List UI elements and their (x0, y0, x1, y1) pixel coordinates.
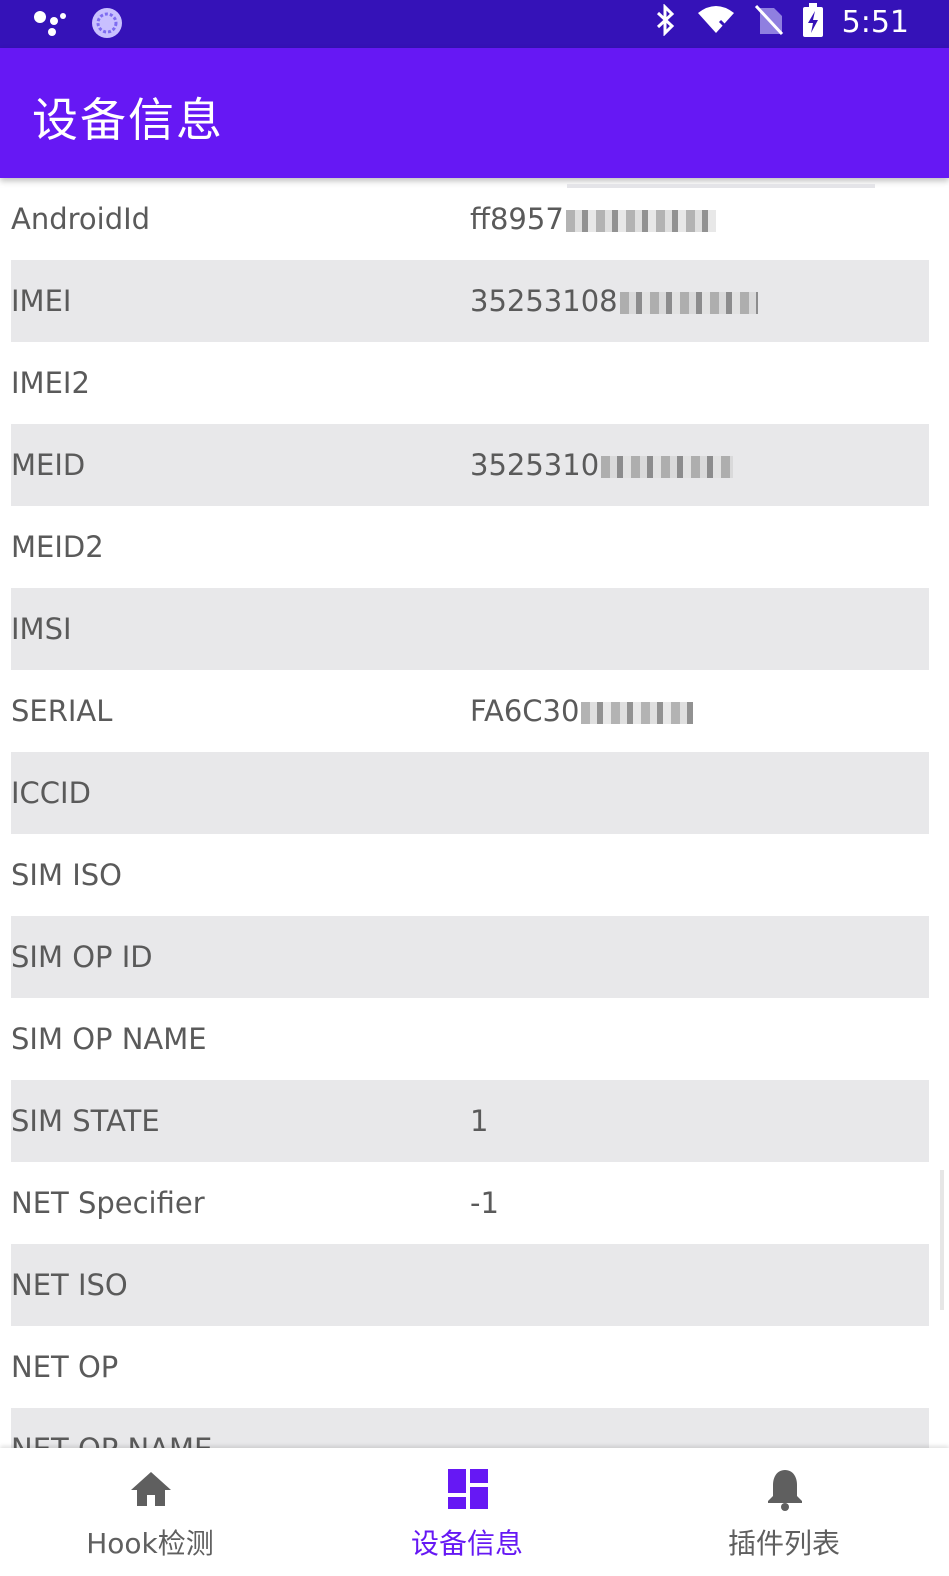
assistant-dots-icon (32, 8, 68, 42)
info-row-sim-op-name: SIM OP NAME (11, 998, 929, 1080)
info-value: 1 (470, 1104, 489, 1138)
info-key: SIM OP ID (11, 940, 153, 974)
info-row-imei2: IMEI2 (11, 342, 929, 424)
status-bar: 5:51 (0, 0, 949, 48)
info-key: SIM OP NAME (11, 1022, 207, 1056)
app-bar: 设备信息 (0, 48, 949, 178)
nav-label: 插件列表 (727, 1527, 840, 1560)
info-key: IMSI (11, 612, 72, 646)
bottom-navigation: Hook检测 设备信息 插件列表 (0, 1448, 949, 1576)
info-key: MEID (11, 448, 86, 482)
dashboard-icon (445, 1466, 491, 1512)
info-key: NET ISO (11, 1268, 128, 1302)
bluetooth-icon (654, 3, 678, 40)
info-value: 3525310 (470, 448, 734, 482)
redacted-block (581, 702, 694, 724)
scrollbar[interactable] (940, 1170, 944, 1310)
info-key: SIM STATE (11, 1104, 160, 1138)
nav-item-hook-detect[interactable]: Hook检测 (40, 1448, 260, 1576)
info-key: SERIAL (11, 694, 113, 728)
nav-label: Hook检测 (86, 1527, 214, 1560)
nav-item-device-info[interactable]: 设备信息 (357, 1448, 577, 1576)
info-row-net-specifier: NET Specifier -1 (11, 1162, 929, 1244)
info-key: AndroidId (11, 202, 151, 236)
info-key: SIM ISO (11, 858, 122, 892)
sync-circle-icon (90, 6, 124, 44)
device-info-list[interactable]: AndroidId ff8957 IMEI 35253108 IMEI2 MEI… (11, 178, 929, 1448)
info-value: 35253108 (470, 284, 758, 318)
info-row-sim-op-id: SIM OP ID (11, 916, 929, 998)
info-key: NET Specifier (11, 1186, 205, 1220)
redacted-block (619, 292, 758, 314)
info-key: ICCID (11, 776, 91, 810)
info-row-serial: SERIAL FA6C30 (11, 670, 929, 752)
scroll-indicator (567, 184, 875, 188)
info-row-iccid: ICCID (11, 752, 929, 834)
redacted-block (601, 456, 734, 478)
info-value: -1 (470, 1186, 499, 1220)
info-key: IMEI (11, 284, 72, 318)
battery-charging-icon (802, 3, 824, 41)
info-row-meid: MEID 3525310 (11, 424, 929, 506)
info-key: IMEI2 (11, 366, 90, 400)
status-time: 5:51 (841, 4, 909, 40)
info-row-androidid: AndroidId ff8957 (11, 178, 929, 260)
info-row-net-op: NET OP (11, 1326, 929, 1408)
home-icon (128, 1466, 174, 1512)
no-sim-icon (754, 4, 784, 40)
nav-item-plugin-list[interactable]: 插件列表 (674, 1448, 894, 1576)
info-row-imsi: IMSI (11, 588, 929, 670)
info-row-imei: IMEI 35253108 (11, 260, 929, 342)
bell-icon (762, 1466, 808, 1512)
info-key: NET OP (11, 1350, 119, 1384)
info-row-sim-iso: SIM ISO (11, 834, 929, 916)
info-row-meid2: MEID2 (11, 506, 929, 588)
info-value: ff8957 (470, 202, 716, 236)
nav-label: 设备信息 (410, 1527, 523, 1560)
wifi-off-icon (696, 5, 736, 39)
info-row-net-op-name: NET OP NAME (11, 1408, 929, 1448)
page-title: 设备信息 (32, 93, 224, 147)
info-row-net-iso: NET ISO (11, 1244, 929, 1326)
info-key: MEID2 (11, 530, 104, 564)
info-key: NET OP NAME (11, 1432, 212, 1448)
redacted-block (565, 210, 716, 232)
info-value: FA6C30 (470, 694, 694, 728)
info-row-sim-state: SIM STATE 1 (11, 1080, 929, 1162)
